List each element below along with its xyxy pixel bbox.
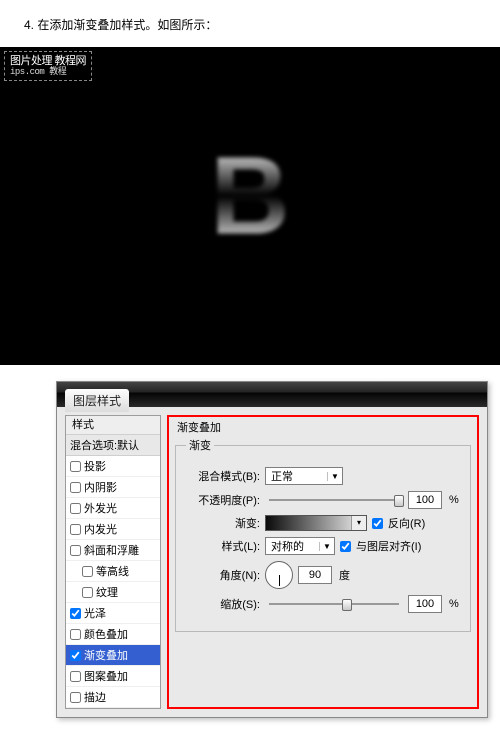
gradient-swatch[interactable]: ▾	[265, 515, 367, 531]
label: 图案叠加	[84, 668, 128, 684]
watermark-line2: ips.com 教程	[10, 67, 86, 78]
style-value: 对称的	[271, 538, 319, 554]
label: 外发光	[84, 500, 117, 516]
checkbox-drop-shadow[interactable]	[70, 461, 81, 472]
style-item-stroke[interactable]: 描边	[66, 687, 160, 708]
gradient-row: 渐变: ▾ 反向(R)	[186, 515, 460, 531]
angle-dial[interactable]	[265, 561, 293, 589]
step-text: 4. 在添加渐变叠加样式。如图所示：	[16, 16, 484, 33]
checkbox-gradient-overlay[interactable]	[70, 650, 81, 661]
opacity-label: 不透明度(P):	[186, 492, 260, 508]
label: 内阴影	[84, 479, 117, 495]
gradient-group: 渐变 混合模式(B): 正常 ▼ 不透明度(P): 100 %	[175, 437, 471, 632]
styles-header: 样式	[66, 416, 160, 435]
style-item-satin[interactable]: 光泽	[66, 603, 160, 624]
blend-mode-label: 混合模式(B):	[186, 468, 260, 484]
checkbox-inner-glow[interactable]	[70, 524, 81, 535]
blend-mode-row: 混合模式(B): 正常 ▼	[186, 467, 460, 485]
angle-hand	[279, 575, 280, 586]
label: 内发光	[84, 521, 117, 537]
scale-value[interactable]: 100	[408, 595, 442, 613]
style-item-texture[interactable]: 纹理	[66, 582, 160, 603]
label: 投影	[84, 458, 106, 474]
style-item-inner-shadow[interactable]: 内阴影	[66, 477, 160, 498]
blend-mode-combo[interactable]: 正常 ▼	[265, 467, 343, 485]
checkbox-pattern-overlay[interactable]	[70, 671, 81, 682]
layer-style-dialog: 图层样式 样式 混合选项:默认 投影 内阴影 外发光 内发光	[56, 381, 488, 718]
dialog-title: 图层样式	[65, 389, 129, 412]
label: 颜色叠加	[84, 626, 128, 642]
angle-unit: 度	[339, 567, 350, 583]
checkbox-contour[interactable]	[82, 566, 93, 577]
opacity-row: 不透明度(P): 100 %	[186, 491, 460, 509]
scale-row: 缩放(S): 100 %	[186, 595, 460, 613]
watermark-line1: 图片处理 教程网	[10, 56, 86, 67]
checkbox-outer-glow[interactable]	[70, 503, 81, 514]
slider-thumb[interactable]	[394, 495, 404, 507]
style-item-drop-shadow[interactable]: 投影	[66, 456, 160, 477]
opacity-value[interactable]: 100	[408, 491, 442, 509]
checkbox-texture[interactable]	[82, 587, 93, 598]
style-item-contour[interactable]: 等高线	[66, 561, 160, 582]
align-checkbox[interactable]	[340, 541, 351, 552]
style-item-inner-glow[interactable]: 内发光	[66, 519, 160, 540]
style-row: 样式(L): 对称的 ▼ 与图层对齐(I)	[186, 537, 460, 555]
checkbox-inner-shadow[interactable]	[70, 482, 81, 493]
style-item-color-overlay[interactable]: 颜色叠加	[66, 624, 160, 645]
opacity-slider[interactable]	[269, 499, 399, 501]
preview-letter: B	[210, 132, 289, 259]
blend-options-default[interactable]: 混合选项:默认	[66, 435, 160, 456]
angle-value[interactable]: 90	[298, 566, 332, 584]
style-combo[interactable]: 对称的 ▼	[265, 537, 335, 555]
scale-slider[interactable]	[269, 603, 399, 605]
chevron-down-icon: ▾	[351, 516, 366, 530]
reverse-checkbox[interactable]	[372, 518, 383, 529]
panel-heading: 渐变叠加	[177, 419, 471, 435]
label: 描边	[84, 689, 106, 705]
style-item-outer-glow[interactable]: 外发光	[66, 498, 160, 519]
label: 纹理	[96, 584, 118, 600]
blend-mode-value: 正常	[271, 468, 327, 484]
label: 渐变叠加	[84, 647, 128, 663]
blend-options-label: 混合选项:默认	[70, 437, 139, 453]
checkbox-stroke[interactable]	[70, 692, 81, 703]
checkbox-satin[interactable]	[70, 608, 81, 619]
dialog-body: 样式 混合选项:默认 投影 内阴影 外发光 内发光 斜面和	[57, 407, 487, 717]
reverse-label: 反向(R)	[388, 515, 425, 531]
style-item-bevel[interactable]: 斜面和浮雕	[66, 540, 160, 561]
preview-image: 图片处理 教程网 ips.com 教程 B	[0, 47, 500, 365]
opacity-unit: %	[449, 494, 459, 506]
styles-list: 样式 混合选项:默认 投影 内阴影 外发光 内发光 斜面和	[65, 415, 161, 709]
angle-label: 角度(N):	[186, 567, 260, 583]
label: 斜面和浮雕	[84, 542, 139, 558]
chevron-down-icon: ▼	[327, 472, 342, 481]
scale-unit: %	[449, 598, 459, 610]
group-legend: 渐变	[186, 437, 214, 453]
angle-row: 角度(N): 90 度	[186, 561, 460, 589]
style-label: 样式(L):	[186, 538, 260, 554]
label: 光泽	[84, 605, 106, 621]
chevron-down-icon: ▼	[319, 542, 334, 551]
scale-label: 缩放(S):	[186, 596, 260, 612]
label: 等高线	[96, 563, 129, 579]
watermark: 图片处理 教程网 ips.com 教程	[4, 51, 92, 81]
style-item-pattern-overlay[interactable]: 图案叠加	[66, 666, 160, 687]
gradient-label: 渐变:	[186, 515, 260, 531]
checkbox-bevel[interactable]	[70, 545, 81, 556]
dialog-titlebar[interactable]: 图层样式	[57, 382, 487, 407]
gradient-overlay-panel: 渐变叠加 渐变 混合模式(B): 正常 ▼ 不透明度(P): 100	[167, 415, 479, 709]
align-label: 与图层对齐(I)	[356, 538, 421, 554]
slider-thumb[interactable]	[342, 599, 352, 611]
style-item-gradient-overlay[interactable]: 渐变叠加	[66, 645, 160, 666]
checkbox-color-overlay[interactable]	[70, 629, 81, 640]
